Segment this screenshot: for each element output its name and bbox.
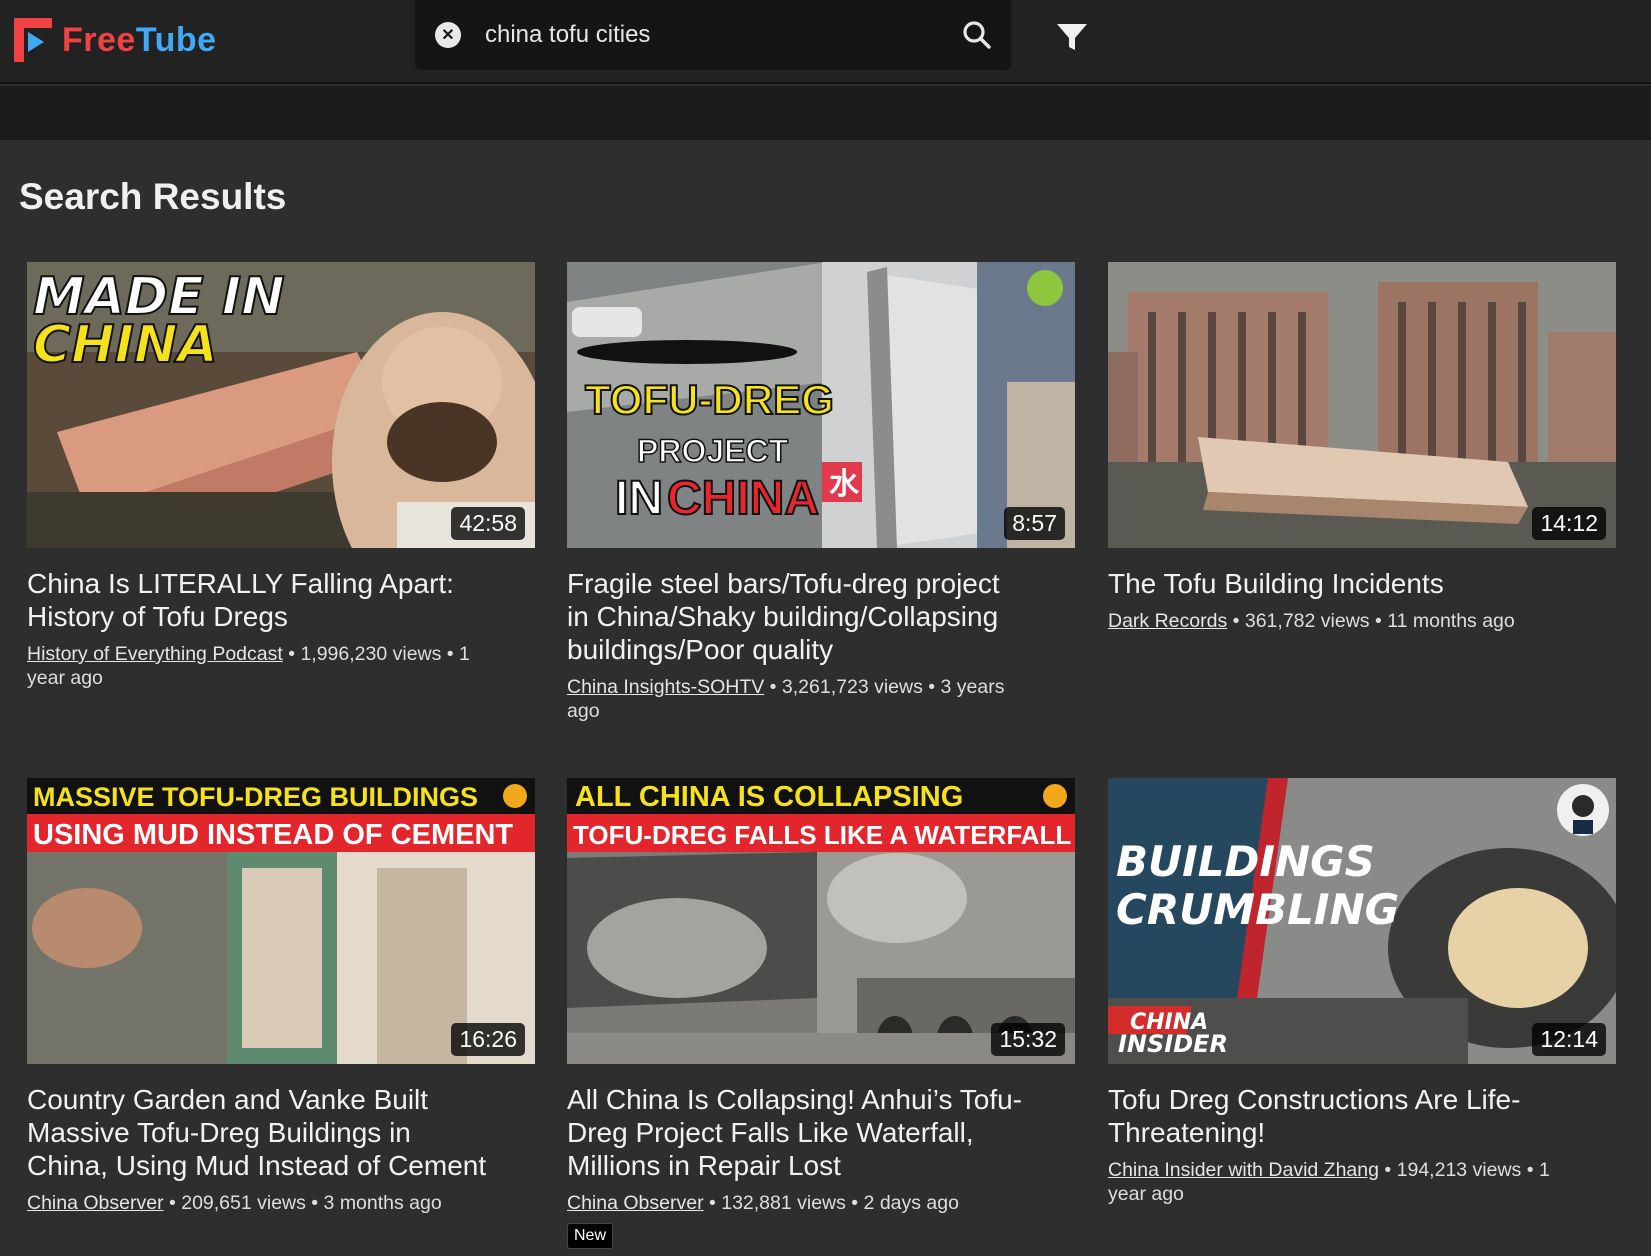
video-duration: 15:32: [991, 1023, 1065, 1056]
search-input[interactable]: [485, 16, 935, 54]
video-stats: • 132,881 views • 2 days ago: [703, 1192, 959, 1214]
freetube-logo-icon: [14, 18, 54, 62]
top-nav-bar: FreeTube ✕: [0, 0, 1651, 84]
video-thumbnail[interactable]: 14:12: [1108, 262, 1616, 548]
video-duration: 14:12: [1532, 507, 1606, 540]
video-title[interactable]: The Tofu Building Incidents: [1108, 567, 1568, 600]
video-duration: 8:57: [1004, 507, 1065, 540]
video-meta: China Insider with David Zhang • 194,213…: [1108, 1158, 1568, 1206]
secondary-bar: [0, 86, 1651, 140]
thumbnail-caption-line-1: ALL CHINA IS COLLAPSING: [575, 781, 963, 813]
video-thumbnail[interactable]: ALL CHINA IS COLLAPSING TOFU-DREG FALLS …: [567, 778, 1075, 1064]
video-card: MASSIVE TOFU-DREG BUILDINGS USING MUD IN…: [27, 778, 535, 1215]
thumbnail-sign-text: 水: [829, 468, 860, 501]
search-box: ✕: [415, 0, 1011, 70]
channel-link[interactable]: China Insights-SOHTV: [567, 676, 764, 698]
thumbnail-caption-line-2: CRUMBLING: [1116, 885, 1399, 934]
channel-link[interactable]: Dark Records: [1108, 610, 1227, 632]
search-icon[interactable]: [960, 18, 994, 52]
clear-search-icon[interactable]: ✕: [435, 22, 461, 48]
video-card: ALL CHINA IS COLLAPSING TOFU-DREG FALLS …: [567, 778, 1075, 1249]
video-card: MADE IN CHINA 42:58 China Is LITERALLY F…: [27, 262, 535, 690]
video-thumbnail[interactable]: BUILDINGS CRUMBLING CHINA INSIDER 12:14: [1108, 778, 1616, 1064]
channel-link[interactable]: China Observer: [27, 1192, 164, 1214]
app-name: FreeTube: [62, 21, 217, 60]
thumbnail-caption-line-3a: IN: [615, 472, 663, 525]
video-card: 14:12 The Tofu Building Incidents Dark R…: [1108, 262, 1616, 633]
app-name-tube: Tube: [135, 20, 217, 59]
video-duration: 42:58: [451, 507, 525, 540]
video-stats: • 361,782 views • 11 months ago: [1227, 610, 1515, 632]
video-card: BUILDINGS CRUMBLING CHINA INSIDER 12:14 …: [1108, 778, 1616, 1206]
channel-link[interactable]: China Observer: [567, 1192, 704, 1214]
video-thumbnail[interactable]: MADE IN CHINA 42:58: [27, 262, 535, 548]
video-title[interactable]: All China Is Collapsing! Anhui’s Tofu-Dr…: [567, 1083, 1027, 1182]
video-duration: 16:26: [451, 1023, 525, 1056]
thumbnail-caption-line-1: BUILDINGS: [1116, 837, 1375, 886]
video-duration: 12:14: [1532, 1023, 1606, 1056]
video-title[interactable]: Fragile steel bars/Tofu-dreg project in …: [567, 567, 1027, 666]
thumbnail-caption-line-2: USING MUD INSTEAD OF CEMENT: [33, 819, 513, 851]
video-title[interactable]: Tofu Dreg Constructions Are Life-Threate…: [1108, 1083, 1568, 1149]
video-meta: History of Everything Podcast • 1,996,23…: [27, 642, 487, 690]
thumbnail-caption-line-2: TOFU-DREG FALLS LIKE A WATERFALL: [573, 820, 1071, 850]
thumbnail-caption-line-2: CHINA: [33, 315, 218, 375]
video-thumbnail[interactable]: MASSIVE TOFU-DREG BUILDINGS USING MUD IN…: [27, 778, 535, 1064]
app-name-free: Free: [62, 20, 136, 59]
video-card: 水 TOFU-DREG PROJECT IN CHINA 8:57 Fragil…: [567, 262, 1075, 723]
new-badge: New: [567, 1223, 614, 1249]
video-title[interactable]: China Is LITERALLY Falling Apart: Histor…: [27, 567, 487, 633]
thumbnail-caption-line-2: PROJECT: [637, 433, 789, 469]
video-meta: China Observer • 132,881 views • 2 days …: [567, 1191, 1027, 1215]
thumbnail-caption-line-1: MASSIVE TOFU-DREG BUILDINGS: [33, 782, 478, 812]
channel-link[interactable]: China Insider with David Zhang: [1108, 1159, 1379, 1181]
thumbnail-caption-line-3b: CHINA: [667, 472, 819, 525]
video-title[interactable]: Country Garden and Vanke Built Massive T…: [27, 1083, 487, 1182]
page-title: Search Results: [19, 176, 287, 217]
video-stats: • 209,651 views • 3 months ago: [163, 1192, 442, 1214]
video-meta: China Insights-SOHTV • 3,261,723 views •…: [567, 675, 1027, 723]
thumbnail-caption-line-1: TOFU-DREG: [585, 376, 834, 423]
channel-link[interactable]: History of Everything Podcast: [27, 643, 283, 665]
freetube-logo[interactable]: FreeTube: [14, 14, 217, 66]
thumbnail-logo-line-2: INSIDER: [1118, 1030, 1228, 1058]
video-meta: Dark Records • 361,782 views • 11 months…: [1108, 609, 1568, 633]
video-meta: China Observer • 209,651 views • 3 month…: [27, 1191, 487, 1215]
filter-icon[interactable]: [1054, 18, 1090, 54]
video-thumbnail[interactable]: 水 TOFU-DREG PROJECT IN CHINA 8:57: [567, 262, 1075, 548]
